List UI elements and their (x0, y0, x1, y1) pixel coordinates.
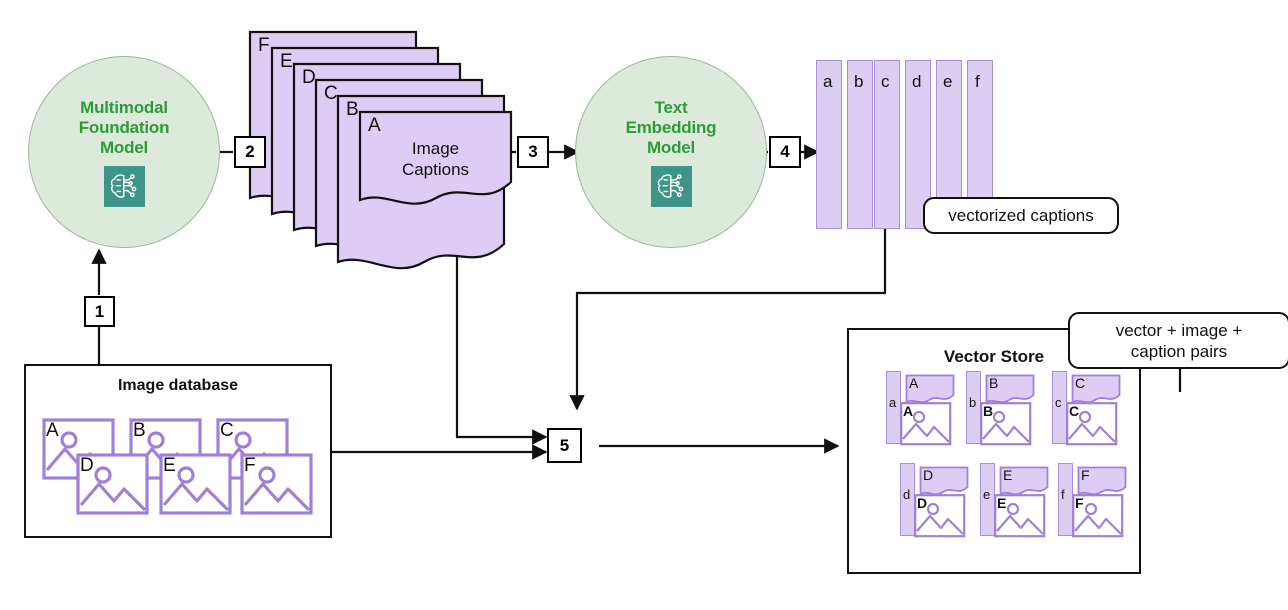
vs-image-thumb-D[interactable]: D (914, 494, 966, 543)
step-box-2[interactable]: 2 (234, 136, 266, 168)
diagram-canvas: Multimodal Foundation Model 1 2 F E D C … (0, 0, 1288, 610)
vs-image-F-letter: F (1075, 495, 1084, 511)
image-captions-line-1: Image (411, 139, 460, 158)
vs-image-E-letter: E (997, 495, 1007, 511)
caption-doc-B-letter: B (346, 99, 359, 120)
step-3-label: 3 (528, 142, 538, 161)
vs-image-thumb-E[interactable]: E (994, 494, 1046, 543)
vector-bar-d-label: d (912, 72, 922, 91)
vectorized-captions-label: vectorized captions (948, 206, 1094, 225)
step-box-3[interactable]: 3 (517, 136, 549, 168)
vs-caption-A-letter: A (909, 375, 919, 391)
vs-vector-f-label: f (1061, 487, 1065, 502)
vs-image-B-letter: B (983, 403, 994, 419)
vectorized-captions-callout: vectorized captions (923, 197, 1119, 234)
caption-doc-A[interactable]: A Image Captions (358, 110, 513, 210)
vs-image-thumb-A[interactable]: A (900, 402, 952, 451)
mfm-line-3: Model (99, 137, 149, 157)
image-thumb-F[interactable]: F (240, 453, 313, 515)
caption-doc-A-letter: A (368, 115, 381, 136)
vector-bar-e-label: e (943, 72, 953, 91)
vs-caption-E-letter: E (1003, 467, 1013, 483)
vs-caption-C-letter: C (1075, 375, 1086, 391)
vs-image-thumb-F[interactable]: F (1072, 494, 1124, 543)
vs-vector-b-label: b (969, 395, 977, 410)
vector-store-entry-d[interactable]: d D D (900, 463, 980, 538)
step-box-1[interactable]: 1 (84, 296, 115, 327)
image-thumb-D-letter: D (80, 455, 94, 476)
pairs-line-1: vector + image + (1115, 320, 1243, 340)
vector-store-entry-a[interactable]: a A A (886, 371, 966, 446)
text-embedding-model-node[interactable]: Text Embedding Model (575, 56, 767, 248)
tem-line-1: Text (654, 97, 688, 117)
image-thumb-E[interactable]: E (159, 453, 232, 515)
vector-image-caption-pairs-callout: vector + image + caption pairs (1068, 312, 1288, 369)
vector-bar-b-label: b (854, 72, 864, 91)
vs-vector-c-label: c (1055, 395, 1062, 410)
vector-store-entry-c[interactable]: c C C (1052, 371, 1132, 446)
vs-vector-e-label: e (983, 487, 991, 502)
mfm-line-1: Multimodal (80, 97, 168, 117)
image-thumb-B-letter: B (133, 420, 146, 441)
vs-vector-d-label: d (903, 487, 911, 502)
image-thumb-A-letter: A (46, 420, 59, 441)
image-thumb-E-letter: E (163, 455, 176, 476)
vs-image-A-letter: A (903, 403, 914, 419)
step-5-label: 5 (559, 435, 570, 455)
image-database-title: Image database (117, 377, 239, 394)
image-thumb-C-letter: C (220, 420, 234, 441)
vector-bar-a-label: a (823, 72, 833, 91)
multimodal-foundation-model-node[interactable]: Multimodal Foundation Model (28, 56, 220, 248)
vs-image-C-letter: C (1069, 403, 1080, 419)
vector-bar-c-label: c (881, 72, 890, 91)
vs-image-thumb-C[interactable]: C (1066, 402, 1118, 451)
vector-store-entry-e[interactable]: e E E (980, 463, 1060, 538)
caption-doc-E-letter: E (280, 51, 293, 72)
tem-line-2: Embedding (625, 117, 717, 137)
vs-vector-a-label: a (889, 395, 897, 410)
text-embedding-model-label: Text Embedding Model (626, 98, 717, 158)
multimodal-foundation-model-label: Multimodal Foundation Model (79, 98, 170, 158)
tem-line-3: Model (646, 137, 696, 157)
image-thumb-F-letter: F (244, 455, 256, 476)
step-2-label: 2 (245, 142, 255, 161)
step-box-4[interactable]: 4 (769, 136, 801, 168)
mfm-line-2: Foundation (78, 117, 170, 137)
vs-caption-D-letter: D (923, 467, 934, 483)
pairs-line-2: caption pairs (1130, 341, 1228, 361)
brain-circuit-icon (650, 165, 692, 207)
image-thumb-D[interactable]: D (76, 453, 149, 515)
step-4-label: 4 (780, 142, 790, 161)
brain-circuit-icon (103, 165, 145, 207)
vector-store-entry-b[interactable]: b B B (966, 371, 1046, 446)
image-captions-label: Image Captions (358, 138, 513, 180)
step-1-label: 1 (94, 301, 105, 321)
vs-image-D-letter: D (917, 495, 928, 511)
vector-bar-f-label: f (975, 72, 980, 91)
vector-store-entry-f[interactable]: f F F (1058, 463, 1138, 538)
vs-caption-F-letter: F (1081, 467, 1090, 483)
vs-caption-B-letter: B (989, 375, 999, 391)
step-box-5[interactable]: 5 (547, 428, 582, 463)
image-captions-line-2: Captions (401, 160, 470, 179)
vs-image-thumb-B[interactable]: B (980, 402, 1032, 451)
caption-doc-F-letter: F (258, 35, 270, 56)
